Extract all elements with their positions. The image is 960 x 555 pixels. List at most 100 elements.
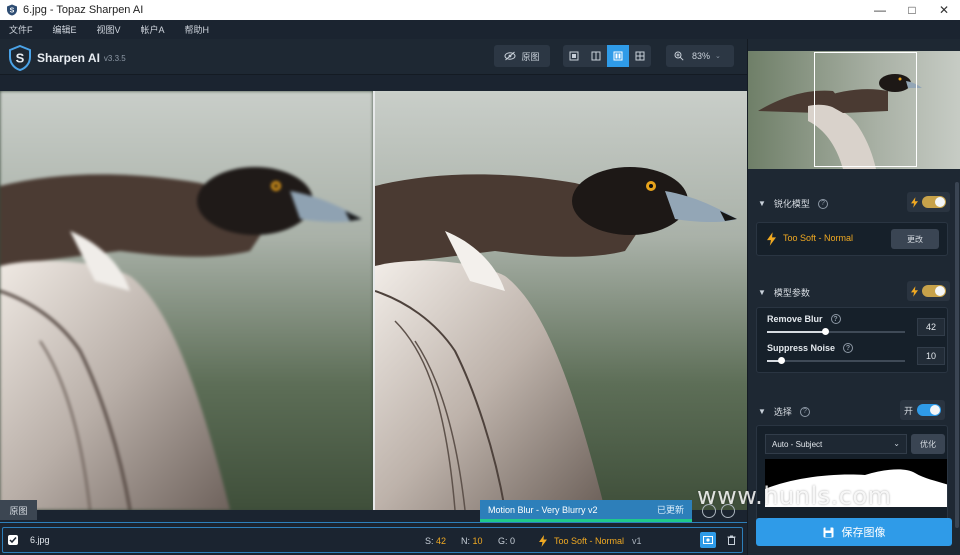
suppress-noise-value[interactable]: 10 [917,347,945,365]
selection-card: Auto - Subject ⌄ 优化 [756,425,948,525]
suppress-noise-slider[interactable] [767,357,905,364]
filmstrip: 6.jpg S: 42 N: 10 G: 0 Too Soft - Normal… [0,522,747,555]
save-icon [823,527,833,537]
filmstrip-item[interactable]: 6.jpg S: 42 N: 10 G: 0 Too Soft - Normal… [2,527,743,553]
chevron-down-icon: ▼ [758,199,766,208]
minimize-icon[interactable]: — [864,0,896,20]
split-view-icon [591,51,601,61]
remove-blur-value[interactable]: 42 [917,318,945,336]
model-params-card: Remove Blur ? 42 Suppress Noise ? 10 [756,307,948,373]
site-watermark: www.hunls.com [697,482,892,510]
menu-bar: 文件F 编辑E 视图V 帐户A 帮助H [0,20,960,39]
model-update-notification: Motion Blur - Very Blurry v2 已更新 [480,500,692,522]
selection-header[interactable]: ▼ 选择 ? [758,405,810,418]
maximize-icon[interactable]: □ [896,0,928,20]
remove-blur-label: Remove Blur [767,314,823,324]
change-model-button[interactable]: 更改 [891,229,939,249]
side-by-side-view-icon [613,51,623,61]
notification-status: 已更新 [656,505,684,515]
lightning-icon [911,285,918,297]
lightning-icon [911,196,918,208]
single-view-icon [569,51,579,61]
remove-blur-fill [767,331,825,333]
selection-toggle-label: 开 [904,405,914,416]
split-view-button[interactable] [585,45,607,67]
show-original-button[interactable]: 原图 [494,45,550,67]
selection-toggle-box: 开 [900,400,946,420]
navigator-viewport-frame[interactable] [814,52,917,167]
filmstrip-model-version: v1 [632,536,642,546]
processed-preview [375,91,747,510]
help-icon[interactable]: ? [830,314,841,324]
sharpen-model-toggle[interactable] [922,196,946,208]
check-icon [9,537,17,544]
menu-file[interactable]: 文件F [9,23,33,36]
grain-stat: G: 0 [498,536,516,546]
lightning-icon [539,535,547,547]
delete-button[interactable] [723,532,739,548]
sharpen-stat: S: 42 [425,536,447,546]
image-canvas[interactable] [0,91,747,510]
show-original-label: 原图 [521,51,540,62]
app-name: Sharpen AI [37,51,100,65]
file-checkbox[interactable] [8,535,18,545]
menu-help[interactable]: 帮助H [185,23,210,36]
eye-slash-icon [504,51,516,61]
side-by-side-view-button[interactable] [607,45,629,67]
model-params-header[interactable]: ▼ 模型参数 [758,286,810,299]
chevron-down-icon: ▼ [758,288,766,297]
sharpen-model-header[interactable]: ▼ 锐化模型 ? [758,197,828,210]
noise-stat: N: 10 [461,536,483,546]
optimize-button[interactable]: 优化 [911,434,945,454]
help-icon[interactable]: ? [817,198,828,209]
settings-panel: ▼ 锐化模型 ? Too Soft - Normal 更改 ▼ 模型参数 Rem… [747,39,960,555]
lightning-icon [767,232,776,246]
menu-view[interactable]: 视图V [97,23,121,36]
help-icon[interactable]: ? [799,406,810,417]
suppress-noise-param: Suppress Noise ? 10 [767,343,945,365]
svg-text:S: S [16,51,25,66]
suppress-noise-thumb[interactable] [777,357,785,364]
chevron-down-icon: ⌄ [893,439,900,448]
zoom-icon [674,51,684,61]
selection-toggle[interactable] [917,404,942,416]
menu-edit[interactable]: 编辑E [53,23,77,36]
model-params-toggle-box [907,281,950,301]
original-tag: 原图 [0,500,37,520]
remove-blur-param: Remove Blur ? 42 [767,314,945,336]
app-shield-icon: S [7,4,17,16]
selection-mode-select[interactable]: Auto - Subject ⌄ [765,434,907,454]
menu-account[interactable]: 帐户A [141,23,165,36]
top-toolbar: S Sharpen AI v3.3.5 原图 83% ⌄ [0,39,747,75]
original-preview [0,91,373,510]
model-params-toggle[interactable] [922,285,946,297]
single-view-button[interactable] [563,45,585,67]
chevron-down-icon: ▼ [758,407,766,416]
remove-blur-thumb[interactable] [821,328,829,335]
sharpen-model-title: 锐化模型 [773,199,810,209]
zoom-control[interactable]: 83% ⌄ [666,45,734,67]
notification-model: Motion Blur - Very Blurry v2 [488,504,598,515]
selection-mode-value: Auto - Subject [772,439,823,449]
close-icon[interactable]: ✕ [928,0,960,20]
navigator-thumbnail[interactable] [748,51,960,169]
remove-blur-slider[interactable] [767,328,905,335]
save-image-label: 保存图像 [841,527,886,539]
window-title-bar: S 6.jpg - Topaz Sharpen AI — □ ✕ [0,0,960,20]
selection-title: 选择 [773,407,792,417]
panel-scrollbar[interactable] [955,182,959,528]
quad-view-button[interactable] [629,45,651,67]
quad-view-icon [635,51,645,61]
zoom-value: 83% [692,51,711,61]
save-image-button[interactable]: 保存图像 [756,518,952,546]
chevron-down-icon: ⌄ [715,53,721,60]
app-version: v3.3.5 [103,53,126,63]
help-icon[interactable]: ? [843,343,854,353]
sharpen-model-toggle-box [907,192,950,212]
view-mode-group [563,45,651,67]
sharpen-model-card: Too Soft - Normal 更改 [756,222,948,256]
suppress-noise-label: Suppress Noise [767,343,836,353]
filmstrip-model-name: Too Soft - Normal [554,536,625,546]
preview-button[interactable] [700,532,716,548]
file-name: 6.jpg [30,535,50,545]
